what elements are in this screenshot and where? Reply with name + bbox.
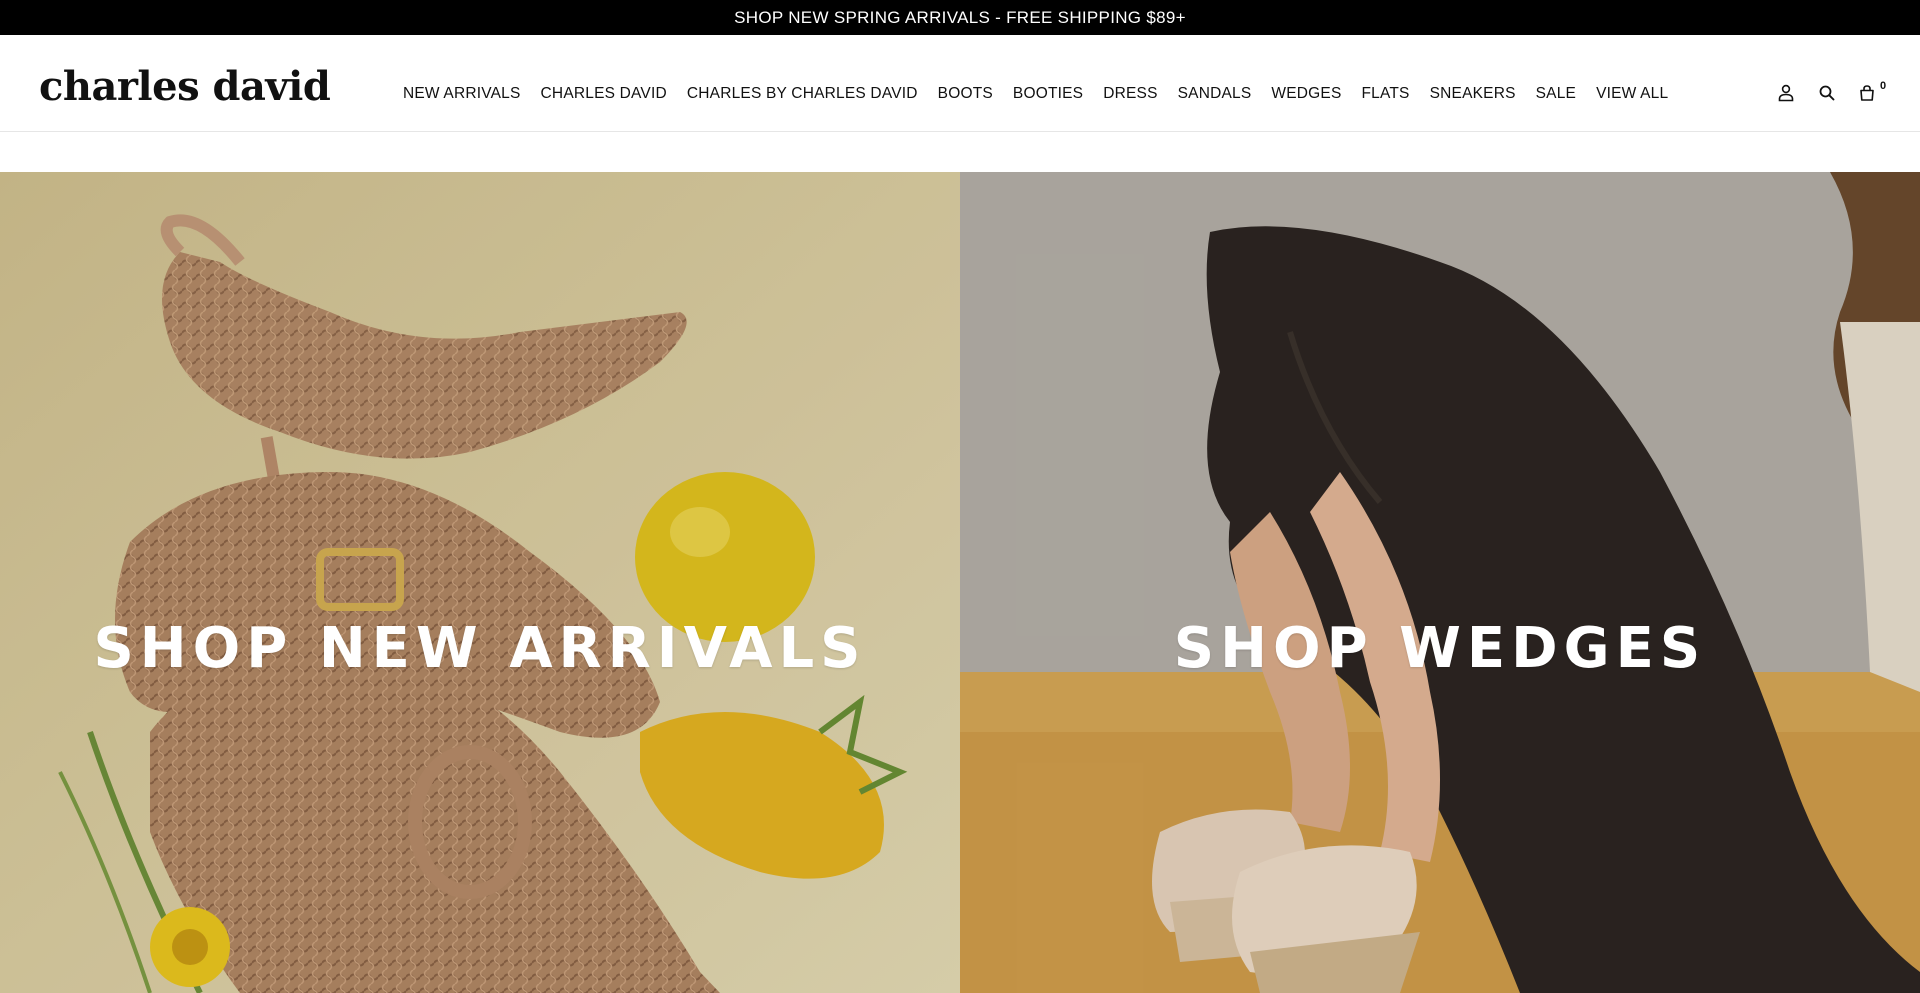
- search-icon[interactable]: [1815, 81, 1839, 105]
- nav-item-charles-david[interactable]: CHARLES DAVID: [541, 83, 667, 105]
- nav-item-dress[interactable]: DRESS: [1103, 83, 1157, 105]
- nav-item-flats[interactable]: FLATS: [1362, 83, 1410, 105]
- brand-logo[interactable]: charles david: [39, 67, 331, 107]
- nav-item-sandals[interactable]: SANDALS: [1178, 83, 1252, 105]
- nav-item-sneakers[interactable]: SNEAKERS: [1430, 83, 1516, 105]
- hero-new-arrivals[interactable]: SHOP NEW ARRIVALS: [0, 172, 960, 993]
- cart-icon[interactable]: [1855, 81, 1879, 105]
- cart-count-badge: 0: [1880, 80, 1887, 92]
- header-spacer: [0, 132, 1920, 172]
- hero-wedges[interactable]: SHOP WEDGES: [960, 172, 1920, 993]
- shop-new-arrivals-link[interactable]: SHOP NEW ARRIVALS: [0, 616, 960, 681]
- nav-item-booties[interactable]: BOOTIES: [1013, 83, 1083, 105]
- site-header: charles david NEW ARRIVALS CHARLES DAVID…: [0, 35, 1920, 132]
- nav-item-new-arrivals[interactable]: NEW ARRIVALS: [403, 83, 521, 105]
- announcement-text[interactable]: SHOP NEW SPRING ARRIVALS - FREE SHIPPING…: [734, 8, 1186, 28]
- hero-overlay-right: [960, 172, 1920, 993]
- nav-item-wedges[interactable]: WEDGES: [1271, 83, 1341, 105]
- main-nav: NEW ARRIVALS CHARLES DAVID CHARLES BY CH…: [403, 83, 1668, 105]
- nav-item-charles-by-charles-david[interactable]: CHARLES BY CHARLES DAVID: [687, 83, 918, 105]
- nav-item-sale[interactable]: SALE: [1536, 83, 1576, 105]
- shop-wedges-link[interactable]: SHOP WEDGES: [960, 616, 1920, 681]
- account-icon[interactable]: [1774, 81, 1798, 105]
- announcement-bar[interactable]: SHOP NEW SPRING ARRIVALS - FREE SHIPPING…: [0, 0, 1920, 35]
- hero-overlay-left: [0, 172, 960, 993]
- nav-item-view-all[interactable]: VIEW ALL: [1596, 83, 1668, 105]
- nav-item-boots[interactable]: BOOTS: [938, 83, 993, 105]
